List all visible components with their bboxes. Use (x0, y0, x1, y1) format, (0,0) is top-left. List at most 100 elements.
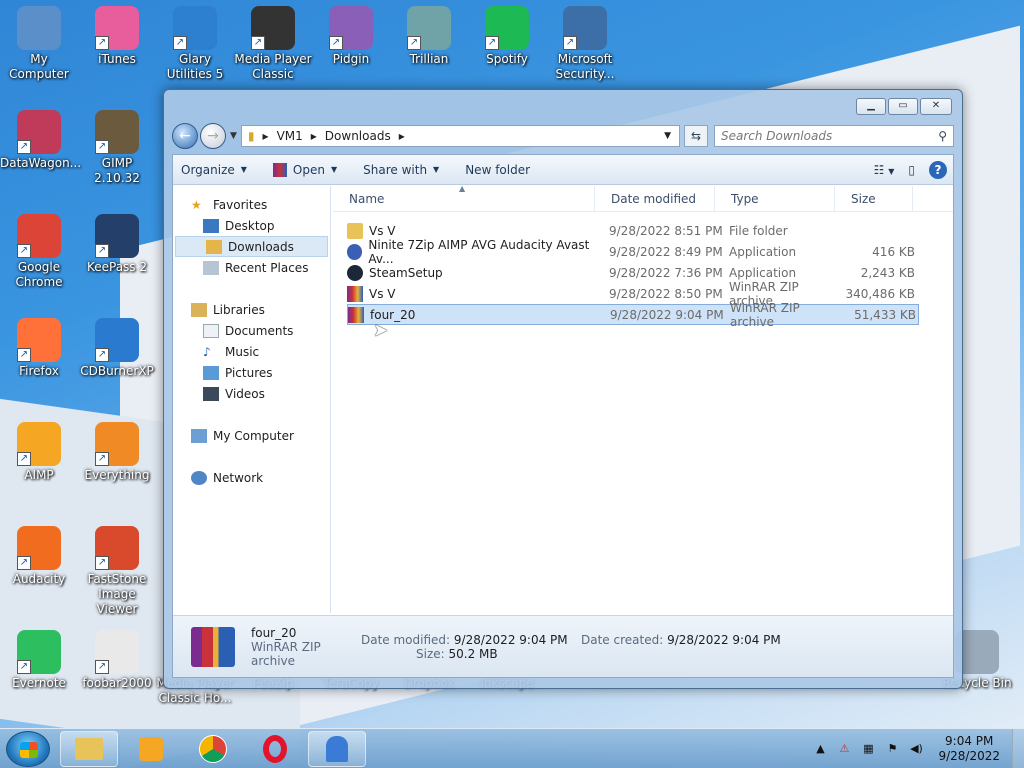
nav-favorites[interactable]: ★ Favorites (173, 194, 330, 215)
breadcrumb-downloads[interactable]: Downloads (325, 129, 391, 143)
file-name-cell: Vs V (347, 285, 609, 302)
desktop-shortcut[interactable]: ↗ Microsoft Security... (546, 6, 624, 82)
desktop-shortcut-label: KeePass 2 (86, 260, 148, 274)
nav-documents[interactable]: Documents (173, 320, 330, 341)
address-dropdown-icon[interactable]: ▼ (664, 131, 671, 141)
nav-music[interactable]: ♪ Music (173, 341, 330, 362)
nav-libraries[interactable]: Libraries (173, 299, 330, 320)
desktop-shortcut[interactable]: ↗ Google Chrome (0, 214, 78, 290)
taskbar-app[interactable] (308, 731, 366, 767)
network-icon (191, 470, 207, 485)
file-row[interactable]: Ninite 7Zip AIMP AVG Audacity Avast Av..… (347, 238, 919, 266)
maximize-button[interactable]: ▭ (888, 98, 918, 115)
desktop-shortcut[interactable]: ↗ Everything (78, 422, 156, 483)
nav-videos[interactable]: Videos (173, 383, 330, 404)
view-options-icon[interactable]: ☷ ▼ (874, 163, 895, 177)
column-headers: Name Date modified Type Size ▲ (333, 184, 953, 212)
file-name-cell: Ninite 7Zip AIMP AVG Audacity Avast Av..… (347, 238, 609, 266)
desktop-shortcut[interactable]: ↗ KeePass 2 (78, 214, 156, 275)
desktop-shortcut[interactable]: ↗ Media Player Classic (234, 6, 312, 82)
desktop-shortcut[interactable]: ↗ Glary Utilities 5 (156, 6, 234, 82)
recent-pages-dropdown[interactable]: ▼ (230, 131, 237, 141)
taskbar-opera[interactable] (246, 731, 304, 767)
start-button[interactable] (6, 731, 50, 767)
nav-desktop[interactable]: Desktop (173, 215, 330, 236)
documents-icon (203, 323, 219, 338)
videos-icon (203, 386, 219, 401)
nav-pictures[interactable]: Pictures (173, 362, 330, 383)
desktop-shortcut[interactable]: ↗ CDBurnerXP (78, 318, 156, 379)
desktop-shortcut[interactable]: My Computer (0, 6, 78, 82)
breadcrumb-separator: ▸ (262, 129, 269, 143)
close-button[interactable]: ✕ (920, 98, 952, 115)
search-placeholder: Search Downloads (721, 129, 833, 143)
desktop-shortcut-label: Pidgin (332, 52, 370, 66)
file-name-cell: SteamSetup (347, 264, 609, 281)
explorer-window: ▁ ▭ ✕ ← → ▼ ▮ ▸ VM1 ▸ Downloads ▸ ▼ ⇆ Se… (163, 89, 963, 689)
new-folder-button[interactable]: New folder (465, 163, 530, 177)
faststone-icon: ↗ (95, 526, 139, 570)
desktop-shortcut-label: Google Chrome (15, 260, 63, 289)
desktop-shortcut[interactable]: ↗ Trillian (390, 6, 468, 67)
taskbar-chrome[interactable] (184, 731, 242, 767)
aimp-icon: ↗ (17, 422, 61, 466)
nav-downloads[interactable]: Downloads (175, 236, 328, 257)
new-folder-label: New folder (465, 162, 531, 177)
spotify-icon: ↗ (485, 6, 529, 50)
open-button[interactable]: Open ▼ (272, 162, 338, 177)
forward-button[interactable]: → (200, 123, 226, 149)
desktop-shortcut[interactable]: ↗ AIMP (0, 422, 78, 483)
nav-network[interactable]: Network (173, 467, 330, 488)
nav-recent-places[interactable]: Recent Places (173, 257, 330, 278)
share-with-menu[interactable]: Share with ▼ (363, 163, 439, 177)
file-row[interactable]: four_20 9/28/2022 9:04 PM WinRAR ZIP archi… (347, 301, 919, 329)
desktop-shortcut[interactable]: ↗ Audacity (0, 526, 78, 587)
desktop-shortcut[interactable]: ↗ Pidgin (312, 6, 390, 67)
winrar-icon (348, 306, 364, 323)
file-type: File folder (729, 223, 788, 238)
desktop-shortcut[interactable]: ↗ Spotify (468, 6, 546, 67)
desktop-shortcut[interactable]: ↗ FastStone Image Viewer (78, 526, 156, 617)
desktop-shortcut[interactable]: ↗ Evernote (0, 630, 78, 691)
chevron-down-icon: ▼ (330, 165, 338, 174)
media-player-icon (139, 737, 163, 761)
column-type[interactable]: Type (715, 185, 835, 212)
nav-my-computer[interactable]: My Computer (173, 425, 330, 446)
refresh-button[interactable]: ⇆ (684, 125, 708, 147)
desktop-shortcut[interactable]: ↗ DataWagon... (0, 110, 81, 171)
desktop-shortcut[interactable]: ↗ iTunes (78, 6, 156, 67)
minimize-button[interactable]: ▁ (856, 98, 886, 115)
clock[interactable]: 9:04 PM 9/28/2022 (938, 734, 1000, 764)
column-date-modified[interactable]: Date modified (595, 185, 715, 212)
winrar-archive-icon (191, 626, 235, 667)
shortcut-arrow-icon: ↗ (173, 36, 187, 50)
show-desktop-button[interactable] (1012, 729, 1024, 768)
search-input[interactable]: Search Downloads ⚲ (714, 125, 954, 147)
action-center-icon[interactable]: ⚑ (884, 742, 900, 756)
glary-icon: ↗ (173, 6, 217, 50)
breadcrumb-vm1[interactable]: VM1 (277, 129, 303, 143)
computer-icon (191, 428, 207, 443)
desktop-shortcut[interactable]: ↗ GIMP 2.10.32 (78, 110, 156, 186)
taskbar-media-player[interactable] (122, 731, 180, 767)
column-size[interactable]: Size (835, 185, 913, 212)
organize-menu[interactable]: Organize ▼ (181, 163, 247, 177)
back-button[interactable]: ← (172, 123, 198, 149)
help-icon[interactable]: ? (929, 160, 947, 179)
preview-pane-icon[interactable]: ▯ (908, 163, 915, 177)
desktop-shortcut[interactable]: ↗ foobar2000 (78, 630, 156, 691)
date-created-value: 9/28/2022 9:04 PM (667, 632, 781, 647)
clock-date: 9/28/2022 (938, 749, 1000, 763)
taskbar-explorer[interactable] (60, 731, 118, 767)
volume-icon[interactable]: ◀) (908, 742, 924, 756)
datawagon-icon: ↗ (17, 110, 61, 154)
network-icon[interactable]: ▦ (860, 742, 876, 756)
desktop-shortcut[interactable]: ↗ Firefox (0, 318, 78, 379)
nav-label: My Computer (213, 428, 294, 443)
search-icon: ⚲ (938, 129, 947, 143)
nav-label: Desktop (225, 218, 275, 233)
antivirus-icon[interactable]: ⚠ (836, 742, 852, 756)
shortcut-arrow-icon: ↗ (17, 556, 31, 570)
address-bar[interactable]: ▮ ▸ VM1 ▸ Downloads ▸ ▼ (240, 125, 680, 147)
show-hidden-icons[interactable]: ▲ (812, 742, 828, 756)
